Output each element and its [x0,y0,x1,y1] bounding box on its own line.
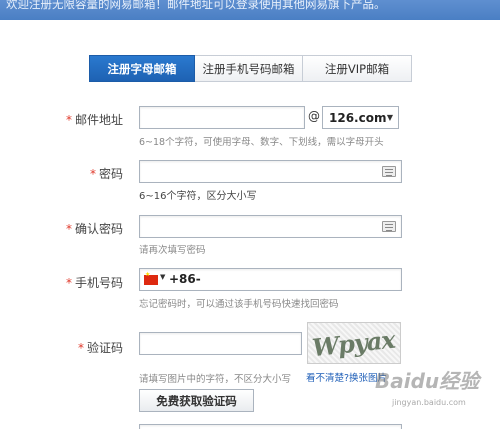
register-tabs: 注册字母邮箱 注册手机号码邮箱 注册VIP邮箱 [89,55,412,82]
confirm-password-hint: 请再次填写密码 [139,245,206,256]
phone-label: * 手机号码 [65,276,123,290]
domain-select[interactable]: 126.com ▼ [322,106,399,129]
country-code: +86- [169,272,201,286]
captcha-image[interactable]: Wpyax [307,322,401,364]
captcha-text: Wpyax [310,324,396,363]
unclear-link[interactable]: 看不清楚? [306,373,349,384]
phone-input[interactable]: ▼ +86- [139,268,402,291]
email-input[interactable] [139,106,305,129]
keyboard-icon[interactable] [382,166,396,177]
confirm-password-label: * 确认密码 [65,222,123,236]
password-hint: 6~16个字符，区分大小写 [139,191,257,202]
top-banner: 欢迎注册无限容量的网易邮箱！邮件地址可以登录使用其他网易旗下产品。 [0,0,500,20]
get-sms-code-button[interactable]: 免费获取验证码 [139,389,254,412]
domain-value: 126.com [329,110,387,125]
sms-code-input[interactable] [139,424,402,429]
confirm-password-input[interactable] [139,215,402,238]
dropdown-arrow-icon: ▼ [386,113,393,122]
tab-phone-email[interactable]: 注册手机号码邮箱 [195,55,303,82]
baidu-watermark-url: jingyan.baidu.com [392,398,466,407]
password-input[interactable] [139,160,402,183]
email-hint: 6~18个字符，可使用字母、数字、下划线，需以字母开头 [139,137,384,148]
dropdown-arrow-icon[interactable]: ▼ [160,273,165,281]
baidu-watermark: Baidu经验 [375,369,480,393]
email-label: * 邮件地址 [65,113,123,127]
tab-letter-email[interactable]: 注册字母邮箱 [89,55,195,82]
captcha-input[interactable] [139,332,302,355]
keyboard-icon[interactable] [382,221,396,232]
banner-text: 欢迎注册无限容量的网易邮箱！邮件地址可以登录使用其他网易旗下产品。 [6,0,386,11]
captcha-hint: 请填写图片中的字符，不区分大小写 [139,374,292,385]
at-sign: @ [308,109,320,123]
phone-hint: 忘记密码时，可以通过该手机号码快速找回密码 [139,299,339,310]
password-label: * 密码 [89,167,123,181]
china-flag-icon[interactable] [144,271,158,285]
captcha-label: * 验证码 [77,341,123,355]
tab-vip-email[interactable]: 注册VIP邮箱 [303,55,412,82]
required-mark: * [65,113,72,127]
